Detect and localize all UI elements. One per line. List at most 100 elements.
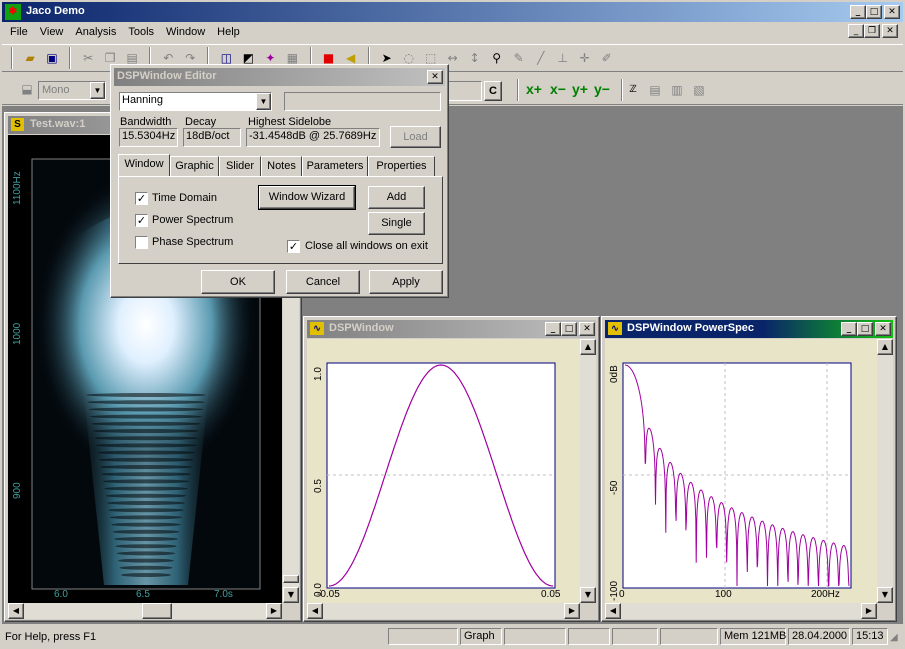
dspwindow-plot-area[interactable]: 1.0 0.5 0.0 -0.05 0.05: [307, 339, 580, 603]
spec-x-tick-7.0: 7.0s: [214, 589, 233, 600]
status-mode: Graph: [460, 628, 502, 645]
scroll-up-icon[interactable]: ▲: [877, 339, 893, 355]
menu-bar: File View Analysis Tools Window Help: [4, 23, 901, 41]
tab-window[interactable]: Window: [118, 154, 170, 177]
maximize-icon[interactable]: □: [866, 5, 882, 19]
minimize-icon[interactable]: _: [850, 5, 866, 19]
cancel-button[interactable]: Cancel: [286, 270, 360, 294]
load-button[interactable]: Load: [390, 126, 441, 148]
vscroll-thumb[interactable]: [283, 575, 299, 583]
close-all-checkbox[interactable]: ✓: [287, 240, 300, 253]
menu-help[interactable]: Help: [211, 23, 246, 41]
save-icon[interactable]: ▣: [41, 47, 63, 69]
ps-maximize-icon[interactable]: □: [857, 322, 873, 336]
resize-grip-icon[interactable]: ◢: [890, 632, 902, 644]
phase-spectrum-label: Phase Spectrum: [152, 236, 234, 248]
brush-icon[interactable]: ✎: [508, 47, 530, 69]
y-plus-button[interactable]: y+: [572, 81, 588, 97]
scroll-up-icon[interactable]: ▲: [580, 339, 596, 355]
menu-window[interactable]: Window: [160, 23, 211, 41]
scroll-left-icon[interactable]: ◀: [8, 603, 24, 619]
dsp-maximize-icon[interactable]: □: [561, 322, 577, 336]
grid-icon[interactable]: ▧: [688, 79, 710, 101]
dsp-y-tick-0.5: 0.5: [313, 479, 324, 493]
scroll-right-icon[interactable]: ▶: [266, 603, 282, 619]
distribute-icon[interactable]: ▥: [666, 79, 688, 101]
powerspec-vscroll[interactable]: ▲ ▼: [877, 339, 893, 603]
pin-icon[interactable]: ⊥: [552, 47, 574, 69]
mono-select[interactable]: Mono ▼: [38, 81, 106, 100]
v-measure-icon[interactable]: ↕: [464, 47, 486, 69]
z-icon[interactable]: ℤ: [622, 79, 644, 101]
dsp-x-tick-pos: 0.05: [541, 589, 561, 600]
open-icon[interactable]: ▰: [19, 47, 41, 69]
app-icon[interactable]: ✱: [5, 4, 21, 20]
window-type-select[interactable]: Hanning ▼: [119, 92, 272, 111]
scroll-right-icon[interactable]: ▶: [861, 603, 877, 619]
scroll-right-icon[interactable]: ▶: [564, 603, 580, 619]
window-name-field[interactable]: [284, 92, 441, 111]
pencil-icon[interactable]: ✐: [596, 47, 618, 69]
dsp-minimize-icon[interactable]: _: [545, 322, 561, 336]
c-button[interactable]: C: [484, 81, 502, 101]
menu-analysis[interactable]: Analysis: [69, 23, 122, 41]
align-icon[interactable]: ▤: [644, 79, 666, 101]
magnifier-icon[interactable]: ⚲: [486, 47, 508, 69]
scroll-down-icon[interactable]: ▼: [877, 587, 893, 603]
tab-parameters[interactable]: Parameters: [302, 156, 368, 176]
apply-button[interactable]: Apply: [369, 270, 443, 294]
power-spectrum-checkbox[interactable]: ✓: [135, 214, 148, 227]
dspwindow-hscroll[interactable]: ◀ ▶: [307, 603, 580, 619]
chevron-down-icon[interactable]: ▼: [90, 82, 105, 99]
tab-notes[interactable]: Notes: [261, 156, 302, 176]
powerspec-hscroll[interactable]: ◀ ▶: [605, 603, 877, 619]
tab-properties[interactable]: Properties: [368, 156, 435, 176]
menu-file[interactable]: File: [4, 23, 34, 41]
mode-icon[interactable]: ⬓: [16, 78, 38, 100]
tab-slider[interactable]: Slider: [219, 156, 261, 176]
crosshair-icon[interactable]: ✛: [574, 47, 596, 69]
window-wizard-button[interactable]: Window Wizard: [258, 185, 356, 210]
spectrogram-hscroll[interactable]: ◀ ▶: [8, 603, 282, 619]
dspwindow-icon: ∿: [310, 322, 324, 335]
menu-tools[interactable]: Tools: [122, 23, 160, 41]
line-icon[interactable]: ╱: [530, 47, 552, 69]
status-cell-5: [612, 628, 658, 645]
menu-view[interactable]: View: [34, 23, 70, 41]
hscroll-thumb[interactable]: [142, 603, 172, 619]
scroll-down-icon[interactable]: ▼: [580, 587, 596, 603]
chevron-down-icon[interactable]: ▼: [256, 93, 271, 110]
powerspec-svg: [622, 362, 852, 589]
add-button[interactable]: Add: [368, 186, 425, 209]
cut-icon[interactable]: ✂: [77, 47, 99, 69]
powerspec-icon: ∿: [608, 322, 622, 335]
x-minus-button[interactable]: x−: [550, 81, 566, 97]
status-time: 15:13: [852, 628, 888, 645]
dsp-close-icon[interactable]: ✕: [579, 322, 595, 336]
child-minimize-icon[interactable]: _: [848, 24, 864, 38]
time-domain-checkbox[interactable]: ✓: [135, 192, 148, 205]
scroll-down-icon[interactable]: ▼: [283, 587, 299, 603]
y-minus-button[interactable]: y−: [594, 81, 610, 97]
time-domain-label: Time Domain: [152, 192, 217, 204]
dspwindow-vscroll[interactable]: ▲ ▼: [580, 339, 596, 603]
single-button[interactable]: Single: [368, 212, 425, 235]
ps-minimize-icon[interactable]: _: [841, 322, 857, 336]
status-cell-4: [568, 628, 610, 645]
ps-close-icon[interactable]: ✕: [875, 322, 891, 336]
toolbar-field[interactable]: [448, 81, 482, 101]
tab-graphic[interactable]: Graphic: [170, 156, 219, 176]
spectrogram-icon: S: [11, 118, 24, 131]
ps-x-tick-0: 0: [619, 589, 625, 600]
scroll-left-icon[interactable]: ◀: [307, 603, 323, 619]
dialog-close-icon[interactable]: ✕: [427, 70, 443, 84]
bandwidth-value: 15.5304Hz: [119, 128, 178, 147]
close-icon[interactable]: ✕: [884, 5, 900, 19]
child-close-icon[interactable]: ✕: [882, 24, 898, 38]
x-plus-button[interactable]: x+: [526, 81, 542, 97]
powerspec-plot-area[interactable]: 0dB -50 -100 0 100 200Hz: [605, 339, 877, 603]
child-restore-icon[interactable]: ❐: [864, 24, 880, 38]
ok-button[interactable]: OK: [201, 270, 275, 294]
scroll-left-icon[interactable]: ◀: [605, 603, 621, 619]
phase-spectrum-checkbox[interactable]: [135, 236, 148, 249]
